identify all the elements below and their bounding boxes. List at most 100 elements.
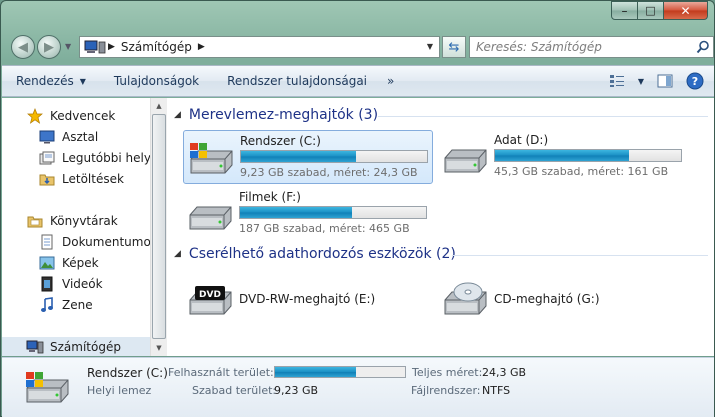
scrollbar-thumb[interactable] (152, 114, 166, 339)
drive-usage-bar (240, 150, 428, 163)
system-drive-icon (188, 141, 236, 179)
drive-free-space: 9,23 GB szabad, méret: 24,3 GB (240, 166, 418, 179)
hard-drive-icon (442, 140, 490, 178)
system-properties-button[interactable]: Rendszer tulajdonságai (213, 69, 381, 93)
nav-libraries[interactable]: Könyvtárak (26, 211, 118, 231)
minimize-icon: – (621, 3, 628, 18)
drive-name: Rendszer (C:) (240, 134, 321, 148)
breadcrumb-separator-icon[interactable]: ▶ (198, 42, 205, 52)
drive-free-space: 45,3 GB szabad, méret: 161 GB (494, 165, 669, 178)
chevron-down-icon: ▼ (79, 76, 86, 86)
nav-pictures[interactable]: Képek (38, 253, 99, 273)
drive-free-space: 187 GB szabad, méret: 465 GB (239, 222, 410, 235)
drive-tile[interactable]: Rendszer (C:) 9,23 GB szabad, méret: 24,… (183, 130, 433, 184)
removable-drive-tile[interactable]: DVD DVD-RW-meghajtó (E:) (183, 272, 433, 326)
collapse-triangle-icon[interactable]: ◢ (174, 110, 181, 120)
close-icon: ✕ (680, 3, 691, 18)
file-list: ◢ Merevlemez-meghajtók (3) Rendszer (C:)… (168, 98, 714, 356)
nav-computer-label: Számítógép (50, 340, 121, 354)
group-header-hard-drives[interactable]: ◢ Merevlemez-meghajtók (3) (174, 107, 378, 123)
star-icon (26, 108, 44, 124)
free-space-label: Szabad terület: (192, 384, 277, 397)
caption-buttons: – □ ✕ (611, 1, 708, 21)
removable-drive-name: DVD-RW-meghajtó (E:) (239, 292, 376, 306)
group-header-removable[interactable]: ◢ Cserélhető adathordozós eszközök (2) (174, 246, 456, 262)
maximize-icon: □ (645, 4, 656, 17)
properties-button[interactable]: Tulajdonságok (100, 69, 213, 93)
cd-drive-icon (442, 282, 490, 320)
total-size-value: 24,3 GB (482, 366, 527, 379)
nav-downloads-label: Letöltések (62, 172, 124, 186)
address-history-dropdown[interactable]: ▼ (427, 42, 433, 51)
computer-icon (84, 40, 106, 54)
filesystem-value: NTFS (482, 384, 511, 397)
nav-documents-label: Dokumentumok (62, 235, 150, 249)
nav-recent-label: Legutóbbi helyek (62, 151, 150, 165)
libraries-icon (26, 213, 44, 229)
nav-documents[interactable]: Dokumentumok (38, 232, 150, 252)
drive-usage-fill (241, 151, 357, 162)
breadcrumb-computer[interactable]: Számítógép (121, 40, 192, 54)
change-view-button[interactable] (606, 70, 628, 92)
documents-icon (38, 234, 56, 250)
nav-music-label: Zene (62, 298, 93, 312)
group-divider (378, 116, 708, 117)
used-space-label: Felhasznált terület: (168, 366, 274, 379)
collapse-triangle-icon[interactable]: ◢ (174, 249, 181, 259)
close-button[interactable]: ✕ (664, 1, 708, 20)
drive-name: Filmek (F:) (239, 190, 301, 204)
nav-desktop[interactable]: Asztal (38, 127, 98, 147)
preview-pane-button[interactable] (654, 70, 676, 92)
nav-libraries-label: Könyvtárak (50, 214, 118, 228)
scroll-down-icon[interactable]: ▼ (152, 341, 166, 355)
nav-favorites-label: Kedvencek (50, 109, 116, 123)
desktop-icon (38, 129, 56, 145)
search-input[interactable]: Keresés: Számítógép (476, 40, 693, 54)
nav-computer[interactable]: Számítógép (2, 337, 150, 356)
back-button[interactable]: ◀ (11, 35, 35, 59)
navigation-list: Kedvencek Asztal Legutóbbi helyek Letölt… (2, 98, 150, 356)
nav-recent-places[interactable]: Legutóbbi helyek (38, 148, 150, 168)
removable-drive-tile[interactable]: CD-meghajtó (G:) (438, 272, 688, 326)
navigation-pane: Kedvencek Asztal Legutóbbi helyek Letölt… (2, 98, 167, 356)
group-removable-label: Cserélhető adathordozós eszközök (2) (188, 246, 456, 262)
preview-pane-icon (657, 74, 673, 88)
dvd-badge: DVD (199, 290, 221, 300)
refresh-button[interactable]: ⇆ (442, 36, 466, 58)
view-options-dropdown[interactable]: ▼ (636, 70, 646, 92)
filesystem-label: Fájlrendszer: (411, 384, 481, 397)
navigation-scrollbar[interactable]: ▲ ▼ (150, 98, 167, 356)
group-divider (452, 255, 708, 256)
recent-pages-dropdown[interactable]: ▼ (65, 42, 75, 52)
drive-usage-fill (495, 150, 629, 161)
minimize-button[interactable]: – (611, 1, 638, 20)
forward-button[interactable]: ▶ (37, 35, 61, 59)
organize-button[interactable]: Rendezés ▼ (2, 69, 100, 93)
hard-drive-icon (187, 197, 235, 235)
group-hard-drives-label: Merevlemez-meghajtók (3) (188, 107, 379, 123)
more-commands-button[interactable]: » (381, 74, 400, 88)
nav-videos[interactable]: Videók (38, 274, 103, 294)
drive-tile[interactable]: Adat (D:) 45,3 GB szabad, méret: 161 GB (438, 130, 688, 184)
drive-tile[interactable]: Filmek (F:) 187 GB szabad, méret: 465 GB (183, 187, 433, 241)
videos-icon (38, 276, 56, 292)
breadcrumb-separator-icon[interactable]: ▶ (108, 42, 115, 52)
details-subtitle: Helyi lemez (87, 384, 152, 397)
help-button[interactable]: ? (684, 70, 706, 92)
total-size-label: Teljes méret: (412, 366, 483, 379)
nav-music[interactable]: Zene (38, 295, 93, 315)
music-note-icon (38, 297, 56, 313)
drive-usage-fill (240, 207, 352, 218)
computer-icon (26, 339, 44, 355)
back-arrow-icon: ◀ (18, 39, 28, 55)
search-box[interactable]: Keresés: Számítógép (469, 36, 714, 58)
refresh-icon: ⇆ (448, 39, 460, 55)
nav-downloads[interactable]: Letöltések (38, 169, 124, 189)
explorer-window: – □ ✕ ◀ ▶ ▼ ▶ Számítógép ▶ ▼ ⇆ Keresés: … (0, 0, 715, 417)
scroll-up-icon[interactable]: ▲ (152, 99, 166, 113)
nav-favorites[interactable]: Kedvencek (26, 106, 115, 126)
search-icon[interactable] (693, 37, 713, 57)
maximize-button[interactable]: □ (638, 1, 664, 20)
address-bar[interactable]: ▶ Számítógép ▶ ▼ (79, 36, 440, 58)
system-drive-icon (24, 370, 72, 408)
